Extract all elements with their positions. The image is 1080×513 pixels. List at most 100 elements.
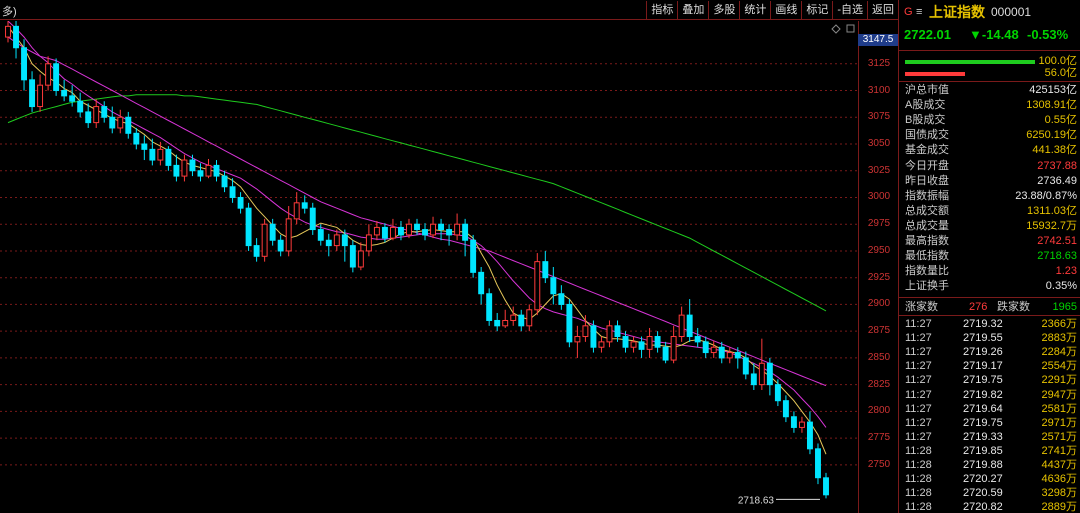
- tool-button[interactable]: 统计: [739, 1, 770, 19]
- tick-volume: 2889万: [1041, 501, 1077, 513]
- price-tick-label: 2975: [867, 218, 891, 230]
- stat-value: 2736.49: [1037, 174, 1077, 187]
- candle-down: [654, 336, 661, 348]
- candle-up: [606, 325, 613, 343]
- candle-down: [470, 239, 477, 273]
- stat-row: 最高指数 2742.51: [899, 234, 1080, 249]
- candle-down: [486, 293, 493, 321]
- candle-up: [333, 234, 340, 247]
- candle-down: [317, 229, 324, 241]
- up-count-label: 涨家数: [905, 301, 938, 313]
- stat-value: 0.55亿: [1044, 114, 1077, 127]
- stat-label: 沪总市值: [905, 84, 949, 96]
- candle-up: [406, 223, 412, 236]
- divider: [899, 315, 1080, 316]
- tick-time: 11:27: [905, 402, 932, 415]
- down-count: 1965: [1052, 301, 1077, 313]
- candle-down: [53, 63, 60, 92]
- candle-down: [341, 234, 348, 247]
- candle-down: [542, 261, 549, 279]
- candle-down: [438, 223, 445, 231]
- period-mode-label[interactable]: 多): [2, 3, 17, 19]
- tick-volume: 2971万: [1041, 416, 1077, 429]
- index-change-pct: -0.53%: [1027, 27, 1069, 42]
- candle-down: [702, 341, 709, 354]
- candle-up: [574, 336, 581, 343]
- candle-down: [718, 346, 725, 359]
- tick-row: 11:28 2720.59 3298万: [899, 486, 1080, 500]
- price-axis: 3125 3100 3075 3050 3025 3000 2975 2950 2925 2900…: [858, 21, 898, 513]
- tick-time: 11:27: [905, 374, 932, 387]
- tick-time: 11:28: [905, 501, 932, 513]
- tool-button[interactable]: 标记: [801, 1, 832, 19]
- tool-button[interactable]: 叠加: [677, 1, 708, 19]
- tick-price: 2719.26: [963, 346, 1003, 359]
- candle-down: [253, 245, 260, 257]
- price-tick-label: 3050: [867, 138, 891, 149]
- index-header: G ≡ 上证指数 000001: [899, 5, 1080, 23]
- candle-down: [109, 116, 116, 129]
- candle-up: [454, 223, 461, 236]
- stat-label: A股成交: [905, 99, 946, 112]
- stat-row: 指数振幅 23.88/0.87%: [899, 189, 1080, 204]
- tool-button[interactable]: 画线: [770, 1, 801, 19]
- candle-down: [566, 303, 573, 343]
- candle-down: [173, 164, 180, 177]
- candle-up: [678, 314, 685, 338]
- tool-button[interactable]: 返回: [867, 1, 898, 19]
- tick-price: 2719.33: [963, 430, 1003, 443]
- tick-time: 11:27: [905, 416, 932, 429]
- candle-up: [758, 362, 765, 386]
- tick-row: 11:28 2719.88 4437万: [899, 458, 1080, 472]
- tick-time: 11:27: [905, 360, 932, 373]
- candle-up: [670, 336, 677, 361]
- index-code: 000001: [991, 5, 1032, 19]
- tick-volume: 2291万: [1041, 374, 1077, 387]
- price-tick-label: 2800: [867, 405, 891, 417]
- candle-down: [213, 164, 220, 177]
- stat-row: 沪总市值 425153亿: [899, 83, 1080, 98]
- square-icon: [846, 24, 855, 33]
- tick-row: 11:27 2719.75 2971万: [899, 416, 1080, 430]
- stat-row: 总成交额 1311.03亿: [899, 204, 1080, 219]
- stat-label: 今日开盘: [905, 159, 949, 172]
- menu-icon[interactable]: ≡: [916, 5, 922, 20]
- candle-up: [598, 341, 605, 348]
- candle-up: [582, 325, 589, 338]
- price-tick-label: 2775: [867, 432, 891, 444]
- ma20-line: [7, 36, 827, 387]
- tick-volume: 2554万: [1041, 360, 1077, 373]
- stat-value: 1311.03亿: [1027, 204, 1077, 217]
- tool-button[interactable]: 多股: [708, 1, 739, 19]
- index-change: ▼-14.48: [969, 27, 1019, 42]
- tick-volume: 2366万: [1041, 318, 1077, 330]
- candle-up: [357, 250, 364, 268]
- tick-price: 2720.82: [963, 501, 1003, 513]
- diamond-icon: [831, 24, 841, 34]
- candle-up: [157, 148, 164, 161]
- candle-down: [85, 111, 92, 124]
- volume-bar-red: [905, 72, 965, 76]
- candle-down: [622, 336, 629, 348]
- candle-down: [29, 79, 36, 108]
- tool-button[interactable]: -自选: [832, 1, 867, 19]
- kline-svg[interactable]: 3174.272718.63: [0, 7, 858, 513]
- tick-time: 11:28: [905, 444, 932, 457]
- candle-down: [69, 95, 76, 102]
- candle-up: [117, 116, 124, 129]
- candle-up: [630, 341, 637, 348]
- stat-value: 1308.91亿: [1026, 99, 1077, 112]
- candle-down: [309, 207, 316, 231]
- tool-button[interactable]: 指标: [646, 1, 677, 19]
- stat-value: 2742.51: [1037, 235, 1077, 247]
- stat-label: 基金成交: [905, 144, 949, 157]
- tick-time: 11:27: [905, 332, 932, 345]
- breadth-row: 涨家数 276 跌家数 1965: [899, 300, 1080, 315]
- kline-chart[interactable]: 3174.272718.63: [0, 7, 858, 513]
- candle-down: [101, 106, 108, 118]
- candle-up: [261, 223, 268, 257]
- stat-row: A股成交 1308.91亿: [899, 98, 1080, 113]
- stat-label: 总成交量: [905, 219, 949, 232]
- tick-price: 2719.75: [963, 416, 1003, 429]
- candle-down: [269, 223, 276, 241]
